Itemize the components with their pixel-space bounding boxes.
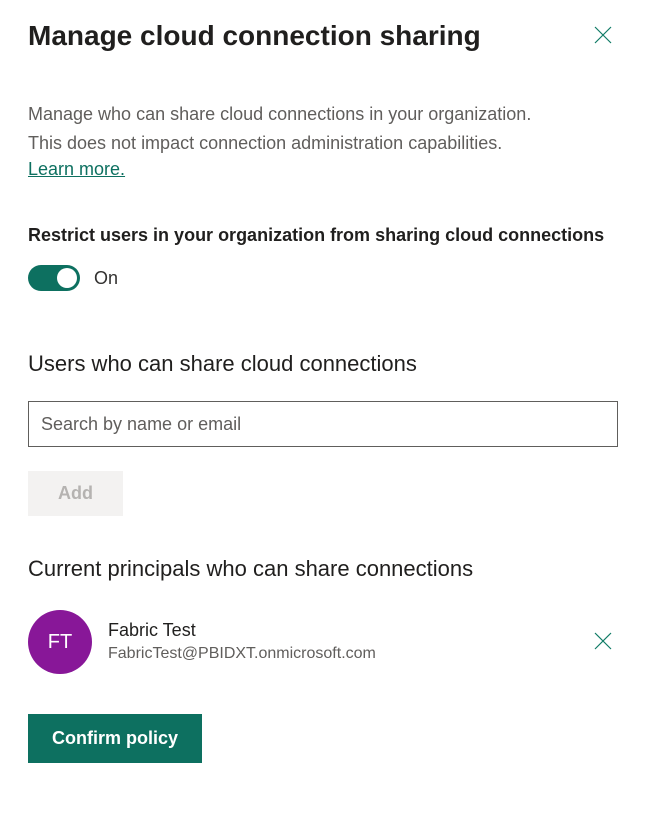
- close-icon: [594, 632, 612, 653]
- dialog-title: Manage cloud connection sharing: [28, 20, 481, 52]
- add-button[interactable]: Add: [28, 471, 123, 516]
- principal-row: FT Fabric Test FabricTest@PBIDXT.onmicro…: [28, 610, 618, 674]
- avatar: FT: [28, 610, 92, 674]
- toggle-state-label: On: [94, 268, 118, 289]
- close-button[interactable]: [588, 20, 618, 53]
- users-section-heading: Users who can share cloud connections: [28, 351, 618, 377]
- restrict-label: Restrict users in your organization from…: [28, 222, 618, 249]
- search-input[interactable]: [28, 401, 618, 447]
- toggle-row: On: [28, 265, 618, 291]
- principal-info: Fabric Test FabricTest@PBIDXT.onmicrosof…: [108, 619, 572, 665]
- description-line-1: Manage who can share cloud connections i…: [28, 101, 618, 128]
- principals-section-heading: Current principals who can share connect…: [28, 556, 618, 582]
- toggle-knob: [57, 268, 77, 288]
- restrict-toggle[interactable]: [28, 265, 80, 291]
- description-line-2: This does not impact connection administ…: [28, 130, 618, 157]
- principal-name: Fabric Test: [108, 619, 572, 642]
- confirm-policy-button[interactable]: Confirm policy: [28, 714, 202, 763]
- principal-email: FabricTest@PBIDXT.onmicrosoft.com: [108, 643, 572, 665]
- learn-more-link[interactable]: Learn more.: [28, 159, 125, 180]
- close-icon: [594, 26, 612, 47]
- remove-principal-button[interactable]: [588, 626, 618, 659]
- dialog-header: Manage cloud connection sharing: [28, 20, 618, 53]
